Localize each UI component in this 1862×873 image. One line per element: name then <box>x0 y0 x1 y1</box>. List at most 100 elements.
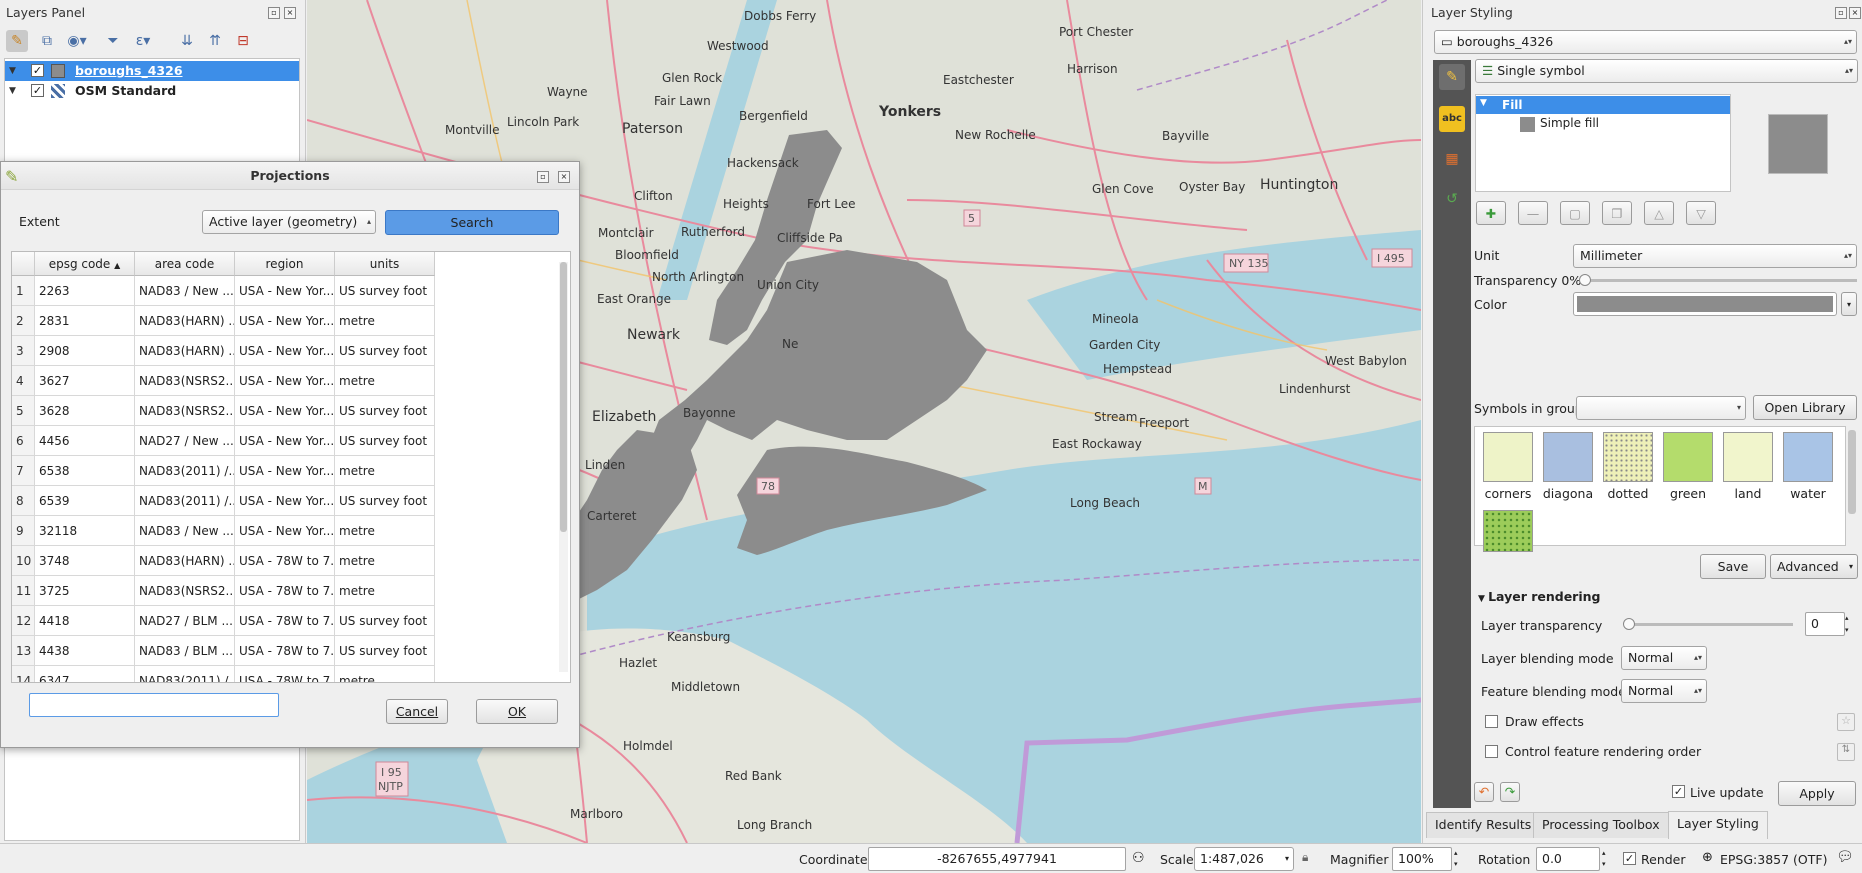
maximize-icon[interactable]: ▫ <box>537 171 549 183</box>
layer-select[interactable]: ▭ boroughs_4326 ▴▾ <box>1434 30 1857 54</box>
magnifier-spinbox[interactable]: 100% <box>1392 847 1452 871</box>
draw-effects-checkbox[interactable] <box>1485 715 1498 728</box>
table-cell[interactable]: US survey foot <box>335 276 435 306</box>
symbol-swatch[interactable] <box>1783 432 1833 482</box>
table-cell[interactable]: NAD83(NSRS2... <box>135 396 235 426</box>
slider-handle[interactable] <box>1579 274 1591 286</box>
search-button[interactable]: Search <box>385 210 559 235</box>
table-cell[interactable]: USA - 78W to 7... <box>235 636 335 666</box>
redo-icon[interactable]: ↷ <box>1500 782 1520 802</box>
table-cell[interactable]: 6347 <box>35 666 135 682</box>
table-cell[interactable]: metre <box>335 456 435 486</box>
close-icon[interactable]: × <box>1849 7 1861 19</box>
collapse-all-icon[interactable]: ⇈ <box>204 30 226 52</box>
table-cell[interactable]: metre <box>335 306 435 336</box>
table-cell[interactable]: 6538 <box>35 456 135 486</box>
extent-select[interactable]: Active layer (geometry) ▴ <box>202 210 376 234</box>
expression-filter-icon[interactable]: ε▾ <box>132 30 154 52</box>
table-cell[interactable]: USA - New Yor... <box>235 336 335 366</box>
table-cell[interactable]: NAD83(HARN) ... <box>135 336 235 366</box>
cancel-button[interactable]: Cancel <box>386 699 448 724</box>
layer-row-boroughs[interactable]: ▼ ✓ boroughs_4326 <box>5 61 299 81</box>
lock-scale-icon[interactable]: 🔒︎ <box>1302 850 1308 865</box>
table-cell[interactable]: NAD83 / BLM ... <box>135 636 235 666</box>
scale-select[interactable]: 1:487,026 ▾ <box>1194 847 1294 871</box>
expand-icon[interactable]: ▼ <box>9 81 16 101</box>
symbol-swatch[interactable] <box>1483 432 1533 482</box>
table-cell[interactable]: metre <box>335 576 435 606</box>
mouse-coordinate-icon[interactable]: ⚇ <box>1132 850 1145 866</box>
table-cell[interactable]: USA - New Yor... <box>235 426 335 456</box>
tab-identify-results[interactable]: Identify Results <box>1426 812 1541 838</box>
globe-icon[interactable]: ⊕ <box>1702 850 1713 865</box>
table-cell[interactable]: metre <box>335 546 435 576</box>
save-button[interactable]: Save <box>1700 554 1766 579</box>
table-cell[interactable]: US survey foot <box>335 606 435 636</box>
spin-arrows-icon[interactable]: ▴ ▾ <box>1602 848 1606 870</box>
table-cell[interactable]: US survey foot <box>335 636 435 666</box>
color-dropdown-icon[interactable]: ▾ <box>1841 292 1857 316</box>
table-cell[interactable]: 2263 <box>35 276 135 306</box>
labels-icon[interactable]: abc <box>1439 106 1465 132</box>
render-checkbox[interactable]: ✓ <box>1623 852 1636 865</box>
layer-transparency-spinbox[interactable]: 0 <box>1805 612 1845 636</box>
table-cell[interactable]: metre <box>335 516 435 546</box>
simple-fill-layer[interactable]: Simple fill <box>1540 116 1599 130</box>
filter-icon[interactable]: ⏷ <box>102 30 124 52</box>
table-cell[interactable]: US survey foot <box>335 396 435 426</box>
table-cell[interactable]: NAD83(HARN) ... <box>135 546 235 576</box>
table-cell[interactable]: 3628 <box>35 396 135 426</box>
table-cell[interactable]: US survey foot <box>335 486 435 516</box>
table-cell[interactable]: 3627 <box>35 366 135 396</box>
add-symbol-layer-icon[interactable]: ✚ <box>1476 201 1506 225</box>
table-cell[interactable]: 2908 <box>35 336 135 366</box>
symbols-scrollbar[interactable] <box>1848 430 1856 514</box>
table-cell[interactable]: USA - New Yor... <box>235 396 335 426</box>
table-cell[interactable]: NAD83 / New ... <box>135 276 235 306</box>
move-down-icon[interactable]: ▽ <box>1686 201 1716 225</box>
table-cell[interactable]: 3725 <box>35 576 135 606</box>
table-cell[interactable]: 3748 <box>35 546 135 576</box>
color-button[interactable] <box>1573 292 1837 316</box>
remove-layer-icon[interactable]: ⊟ <box>232 30 254 52</box>
ok-button[interactable]: OK <box>476 699 558 724</box>
table-cell[interactable]: NAD83(2011) /... <box>135 666 235 682</box>
layer-row-osm[interactable]: ▼ ✓ OSM Standard <box>5 81 299 101</box>
coordinate-input[interactable]: -8267655,4977941 <box>868 847 1126 871</box>
rotation-spinbox[interactable]: 0.0 <box>1536 847 1600 871</box>
tab-layer-styling[interactable]: Layer Styling <box>1668 811 1768 839</box>
symbology-icon[interactable]: ✎ <box>1439 64 1465 90</box>
add-group-icon[interactable]: ⧉ <box>36 30 58 52</box>
style-manager-icon[interactable]: ✎ <box>6 30 28 52</box>
slider-handle[interactable] <box>1623 618 1635 630</box>
symbol-swatch[interactable] <box>1723 432 1773 482</box>
unit-select[interactable]: Millimeter ▴▾ <box>1573 244 1857 268</box>
table-cell[interactable]: 4456 <box>35 426 135 456</box>
table-cell[interactable]: USA - New Yor... <box>235 366 335 396</box>
effects-icon[interactable]: ☆ <box>1837 713 1855 731</box>
layer-blend-select[interactable]: Normal ▴▾ <box>1621 646 1707 670</box>
symbol-swatch[interactable] <box>1603 432 1653 482</box>
table-cell[interactable]: US survey foot <box>335 336 435 366</box>
scrollbar-thumb[interactable] <box>560 262 567 532</box>
expand-all-icon[interactable]: ⇊ <box>176 30 198 52</box>
col-header-region[interactable]: region <box>235 252 335 276</box>
collapse-icon[interactable]: ▼ <box>1480 98 1487 108</box>
spin-arrows-icon[interactable]: ▴ ▾ <box>1454 848 1458 870</box>
table-cell[interactable]: 6539 <box>35 486 135 516</box>
table-cell[interactable]: metre <box>335 366 435 396</box>
table-cell[interactable]: NAD83(2011) /... <box>135 486 235 516</box>
table-cell[interactable]: NAD83(NSRS2... <box>135 576 235 606</box>
table-cell[interactable]: US survey foot <box>335 426 435 456</box>
symbol-swatch[interactable] <box>1483 510 1533 552</box>
move-up-icon[interactable]: △ <box>1644 201 1674 225</box>
col-header-area[interactable]: area code <box>135 252 235 276</box>
close-icon[interactable]: × <box>558 171 570 183</box>
renderer-select[interactable]: ☰ Single symbol ▴▾ <box>1475 59 1858 83</box>
symbol-tree-fill[interactable]: Fill <box>1476 96 1730 114</box>
layer-checkbox[interactable]: ✓ <box>31 84 44 97</box>
transparency-slider[interactable] <box>1579 274 1857 286</box>
close-icon[interactable]: × <box>284 7 296 19</box>
col-header-epsg[interactable]: epsg code ▲ <box>35 252 135 276</box>
table-cell[interactable]: NAD27 / New ... <box>135 426 235 456</box>
